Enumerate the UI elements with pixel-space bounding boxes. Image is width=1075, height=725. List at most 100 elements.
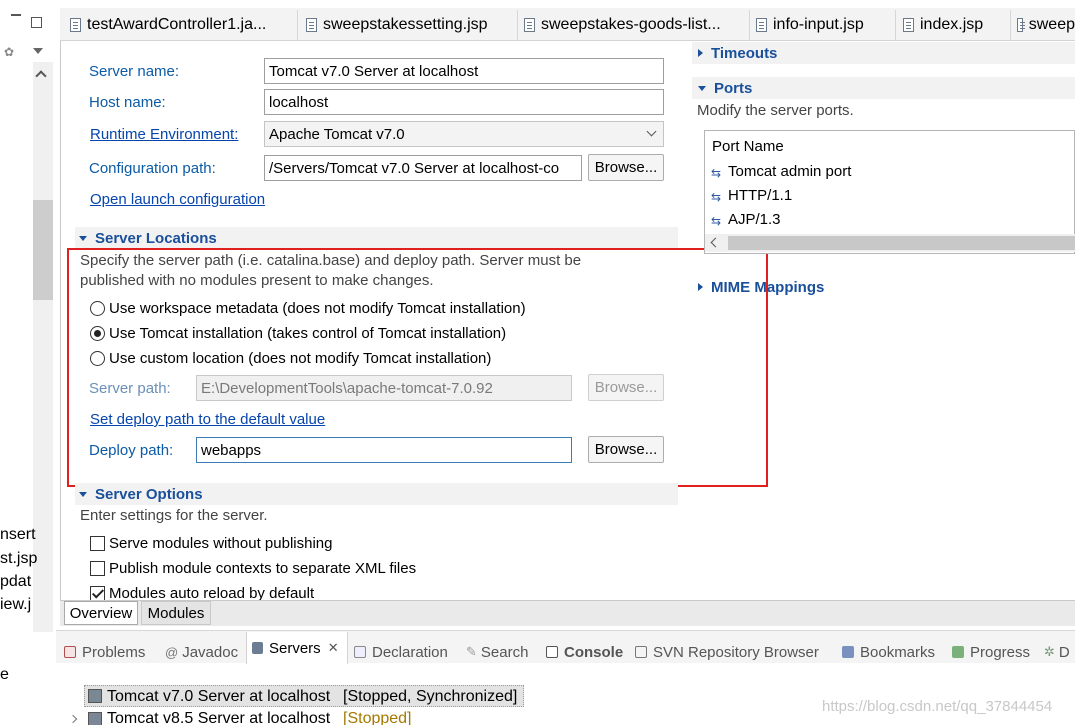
ports-header[interactable]: Ports <box>692 77 1075 99</box>
port-icon: ⇆ <box>711 190 722 204</box>
left-fragment: nsert <box>0 526 36 543</box>
server-status: [Stopped] <box>343 710 412 725</box>
editor-tab[interactable]: sweepstakessetting.jsp <box>300 10 518 40</box>
section-title: Timeouts <box>711 44 778 62</box>
package-icon[interactable]: ✿ <box>4 46 18 58</box>
runtime-select[interactable]: Apache Tomcat v7.0 <box>264 121 664 147</box>
port-row[interactable]: HTTP/1.1 <box>728 187 792 204</box>
left-fragment: pdat <box>0 573 32 590</box>
jsp-file-icon <box>903 18 914 32</box>
close-icon[interactable]: ✕ <box>328 640 339 656</box>
left-scroll-thumb[interactable] <box>33 200 53 300</box>
section-title: Server Locations <box>95 229 217 247</box>
tab-progress[interactable]: Progress <box>952 640 1030 664</box>
port-row[interactable]: AJP/1.3 <box>728 211 781 228</box>
tab-svn-repository[interactable]: SVN Repository Browser <box>635 640 819 664</box>
bookmarks-icon <box>842 646 854 658</box>
tab-overview[interactable]: Overview <box>64 601 138 625</box>
console-icon <box>546 646 558 658</box>
config-browse-button[interactable]: Browse... <box>588 154 664 181</box>
minimize-icon[interactable] <box>11 14 21 16</box>
left-scrollbar[interactable] <box>33 62 53 632</box>
mime-mappings-header[interactable]: MIME Mappings <box>692 276 1075 298</box>
left-fragment: st.jsp <box>0 550 38 567</box>
checkbox-label: Publish module contexts to separate XML … <box>109 560 417 577</box>
editor-bottom-bar <box>60 600 1075 626</box>
server-options-header[interactable]: Server Options <box>75 483 678 505</box>
editor-border <box>60 41 61 626</box>
tab-label: info-input.jsp <box>773 16 864 33</box>
config-path-input[interactable]: /Servers/Tomcat v7.0 Server at localhost… <box>264 155 582 181</box>
host-name-input[interactable]: localhost <box>264 89 664 115</box>
java-file-icon <box>70 18 81 32</box>
progress-icon <box>952 646 964 658</box>
section-title: Ports <box>714 79 753 97</box>
tab-modules[interactable]: Modules <box>141 601 211 625</box>
tab-label: Console <box>564 643 624 661</box>
servers-icon <box>252 642 263 654</box>
svn-icon <box>635 646 647 658</box>
tab-label: SVN Repository Browser <box>653 643 819 661</box>
server-locations-header[interactable]: Server Locations <box>75 227 678 249</box>
declaration-icon <box>354 646 366 658</box>
tab-bookmarks[interactable]: Bookmarks <box>842 640 935 664</box>
host-name-label: Host name: <box>89 94 166 111</box>
tab-label: Declaration <box>372 643 448 661</box>
server-name-input[interactable]: Tomcat v7.0 Server at localhost <box>264 58 664 84</box>
jsp-file-icon <box>524 18 535 32</box>
checkbox-publish-contexts[interactable] <box>90 561 105 576</box>
server-icon <box>88 689 102 703</box>
problems-icon <box>64 646 76 658</box>
tab-label: Bookmarks <box>860 643 936 661</box>
port-icon: ⇆ <box>711 214 722 228</box>
tab-label: testAwardController1.ja... <box>87 16 267 33</box>
server-status: [Stopped, Synchronized] <box>343 688 518 705</box>
config-path-label: Configuration path: <box>89 160 216 177</box>
collapse-icon <box>698 283 703 291</box>
tab-label: sweep <box>1028 16 1075 33</box>
ports-desc: Modify the server ports. <box>697 102 854 119</box>
tab-label: sweepstakes-goods-list... <box>541 16 721 33</box>
tab-search[interactable]: ✎ Search <box>466 640 528 664</box>
tab-problems[interactable]: Problems <box>64 640 145 664</box>
ports-scroll-thumb[interactable] <box>728 236 1075 250</box>
highlight-box <box>67 248 768 487</box>
checkbox-label: Serve modules without publishing <box>109 535 333 552</box>
editor-tab[interactable]: sweepstakes-goods-list... <box>518 10 750 40</box>
editor-tab[interactable]: index.jsp <box>897 10 1011 40</box>
server-icon <box>88 712 102 725</box>
search-icon: ✎ <box>466 644 477 659</box>
maximize-icon[interactable] <box>31 17 42 28</box>
timeouts-header[interactable]: Timeouts <box>692 42 1075 64</box>
editor-tab[interactable]: sweep <box>1011 10 1075 40</box>
port-row[interactable]: Tomcat admin port <box>728 163 851 180</box>
expand-icon <box>79 491 87 497</box>
jsp-file-icon <box>756 18 767 32</box>
checkbox-auto-reload[interactable] <box>90 586 105 601</box>
server-name[interactable]: Tomcat v8.5 Server at localhost <box>107 710 330 725</box>
tab-servers[interactable]: Servers ✕ <box>246 632 348 664</box>
open-launch-link[interactable]: Open launch configuration <box>90 191 265 208</box>
tab-console[interactable]: Console <box>546 640 623 664</box>
runtime-environment-link[interactable]: Runtime Environment: <box>90 126 238 143</box>
collapse-icon <box>698 49 703 57</box>
tab-label: Search <box>480 643 529 661</box>
checkbox-serve-modules[interactable] <box>90 536 105 551</box>
tab-declaration[interactable]: Declaration <box>354 640 448 664</box>
editor-tab[interactable]: info-input.jsp <box>750 10 896 40</box>
tab-javadoc[interactable]: @ Javadoc <box>165 640 238 664</box>
server-name: Tomcat v7.0 Server at localhost <box>107 688 331 705</box>
expand-icon <box>79 235 87 241</box>
ports-column-header[interactable]: Port Name <box>712 138 784 155</box>
editor-tab[interactable]: testAwardController1.ja... <box>64 10 298 40</box>
checkbox-label: Modules auto reload by default <box>109 585 315 600</box>
tab-label: Servers <box>269 639 321 657</box>
tab-label: Problems <box>82 643 146 661</box>
tab-label: Javadoc <box>182 643 239 661</box>
watermark: https://blog.csdn.net/qq_37844454 <box>822 698 1053 715</box>
javadoc-icon: @ <box>165 644 179 660</box>
view-menu-icon[interactable] <box>33 48 43 54</box>
tab-more[interactable]: ✲ D <box>1044 640 1070 664</box>
tab-label: Progress <box>970 643 1031 661</box>
jsp-file-icon <box>1017 18 1025 32</box>
